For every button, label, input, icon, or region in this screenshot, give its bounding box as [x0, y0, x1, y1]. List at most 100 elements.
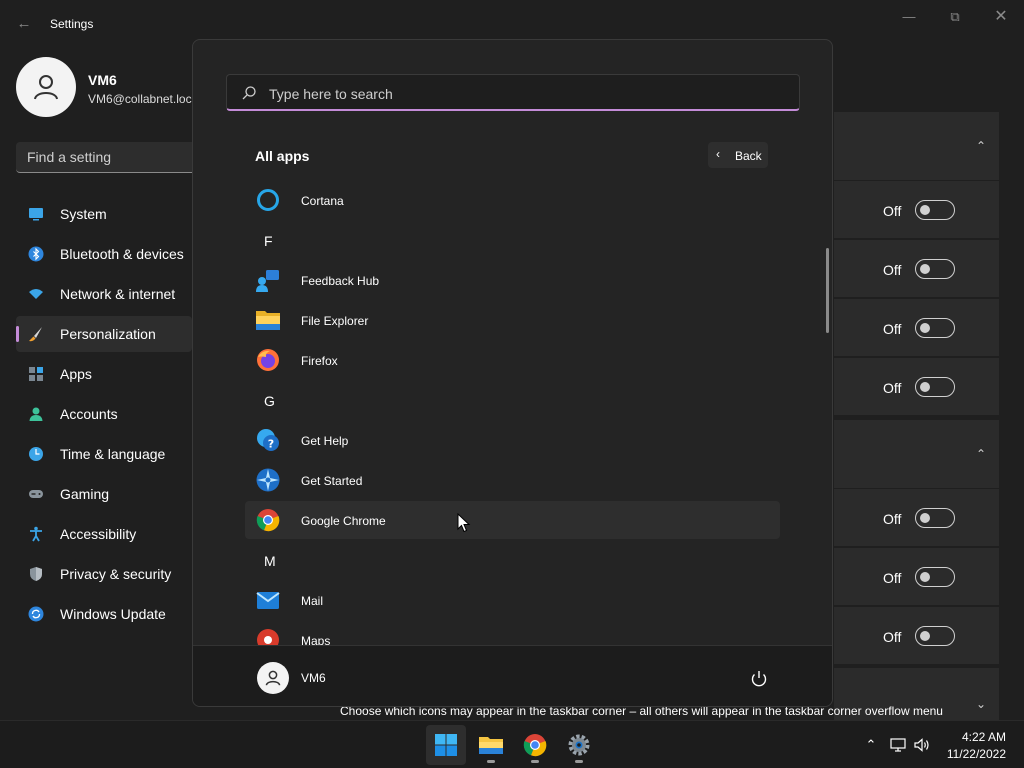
sidebar-item-windows-update[interactable]: Windows Update: [16, 596, 192, 632]
letter-header-f[interactable]: F: [245, 221, 285, 259]
app-name: Maps: [301, 634, 331, 645]
chevron-up-icon[interactable]: ⌃: [862, 736, 880, 754]
sidebar-item-label: Apps: [60, 366, 92, 382]
taskbar-file-explorer[interactable]: [471, 725, 511, 765]
chevron-up-icon[interactable]: ⌃: [974, 447, 988, 461]
sidebar-item-accessibility[interactable]: Accessibility: [16, 516, 192, 552]
footer-user-avatar[interactable]: [257, 662, 289, 694]
letter-header-m[interactable]: M: [245, 541, 285, 579]
setting-toggle-row: Off: [834, 358, 999, 415]
letter-header-g[interactable]: G: [245, 381, 285, 419]
app-name: Get Help: [301, 434, 349, 448]
back-button[interactable]: ‹ Back: [708, 142, 768, 168]
app-list[interactable]: Cortana F Feedback Hub File Explorer Firefox…: [193, 180, 832, 645]
active-indicator: [16, 326, 19, 342]
letter-header-label: M: [264, 553, 276, 569]
toggle-switch[interactable]: [915, 567, 955, 587]
toggle-knob: [920, 264, 930, 274]
setting-toggle-row: Off: [834, 607, 999, 664]
toggle-knob: [920, 631, 930, 641]
toggle-switch[interactable]: [915, 259, 955, 279]
setting-toggle-row: Off: [834, 299, 999, 356]
back-button-label: Back: [735, 149, 762, 163]
toggle-switch[interactable]: [915, 508, 955, 528]
app-item-feedback-hub[interactable]: Feedback Hub: [245, 261, 780, 299]
toggle-switch[interactable]: [915, 200, 955, 220]
app-item-get-started[interactable]: Get Started: [245, 461, 780, 499]
get-help-icon: ?: [256, 428, 280, 452]
toggle-knob: [920, 323, 930, 333]
user-email: VM6@collabnet.loc: [88, 92, 192, 106]
wifi-icon: [28, 286, 44, 302]
chevron-up-icon[interactable]: ⌃: [974, 139, 988, 153]
toggle-state-label: Off: [883, 203, 902, 219]
app-item-cortana[interactable]: Cortana: [245, 181, 780, 219]
minimize-button[interactable]: —: [886, 6, 932, 28]
sidebar-item-time-language[interactable]: Time & language: [16, 436, 192, 472]
app-item-file-explorer[interactable]: File Explorer: [245, 301, 780, 339]
start-footer: VM6: [193, 645, 832, 706]
clock-date[interactable]: 11/22/2022: [946, 747, 1006, 761]
folder-icon: [256, 308, 280, 332]
toggle-state-label: Off: [883, 262, 902, 278]
clock-time[interactable]: 4:22 AM: [952, 730, 1006, 744]
toggle-state-label: Off: [883, 570, 902, 586]
back-arrow-icon[interactable]: ←: [14, 14, 34, 34]
accessibility-icon: [28, 526, 44, 542]
footer-user-name[interactable]: VM6: [301, 671, 326, 685]
sidebar-item-bluetooth-devices[interactable]: Bluetooth & devices: [16, 236, 192, 272]
taskbar-chrome[interactable]: [515, 725, 555, 765]
sidebar-item-label: Accessibility: [60, 526, 137, 542]
sidebar-item-personalization[interactable]: Personalization: [16, 316, 192, 352]
chevron-down-icon[interactable]: ⌄: [974, 697, 988, 711]
app-item-google-chrome[interactable]: Google Chrome: [245, 501, 780, 539]
toggle-switch[interactable]: [915, 377, 955, 397]
sidebar-item-gaming[interactable]: Gaming: [16, 476, 192, 512]
mouse-cursor-icon: [457, 513, 471, 533]
taskbar: ⌃ 4:22 AM 11/22/2022: [0, 720, 1024, 768]
toggle-switch[interactable]: [915, 626, 955, 646]
app-item-get-help[interactable]: ? Get Help: [245, 421, 780, 459]
start-search-input[interactable]: Type here to search: [226, 74, 800, 111]
sidebar-item-apps[interactable]: Apps: [16, 356, 192, 392]
toggle-knob: [920, 572, 930, 582]
start-button[interactable]: [426, 725, 466, 765]
get-started-icon: [256, 468, 280, 492]
sidebar-item-label: Bluetooth & devices: [60, 246, 184, 262]
network-icon[interactable]: [889, 736, 907, 754]
chrome-icon: [523, 734, 547, 757]
toggle-state-label: Off: [883, 380, 902, 396]
find-setting-input[interactable]: Find a setting: [16, 142, 194, 173]
app-item-firefox[interactable]: Firefox: [245, 341, 780, 379]
maps-icon: [256, 628, 280, 645]
apps-icon: [28, 366, 44, 382]
firefox-icon: [256, 348, 280, 372]
app-name: Cortana: [301, 194, 344, 208]
toggle-switch[interactable]: [915, 318, 955, 338]
cortana-icon: [256, 188, 280, 212]
volume-icon[interactable]: [913, 736, 931, 754]
mail-icon: [256, 588, 280, 612]
taskbar-settings[interactable]: [559, 725, 599, 765]
sidebar-item-system[interactable]: System: [16, 196, 192, 232]
setting-toggle-row: Off: [834, 181, 999, 238]
power-icon[interactable]: [748, 668, 770, 690]
sidebar-item-accounts[interactable]: Accounts: [16, 396, 192, 432]
windows-start-icon: [435, 734, 457, 756]
gamepad-icon: [28, 486, 44, 502]
sidebar-item-label: Privacy & security: [60, 566, 172, 582]
shield-icon: [28, 566, 44, 582]
app-item-mail[interactable]: Mail: [245, 581, 780, 619]
sidebar-item-privacy-security[interactable]: Privacy & security: [16, 556, 192, 592]
restore-button[interactable]: ⧉: [932, 6, 978, 28]
search-placeholder: Type here to search: [269, 86, 393, 102]
person-icon: [28, 406, 44, 422]
sidebar-item-network-internet[interactable]: Network & internet: [16, 276, 192, 312]
user-avatar[interactable]: [16, 57, 76, 117]
clock-globe-icon: [28, 446, 44, 462]
scrollbar-thumb[interactable]: [826, 248, 829, 333]
app-item-maps[interactable]: Maps: [245, 621, 780, 645]
setting-toggle-row: Off: [834, 240, 999, 297]
person-icon: [265, 670, 281, 686]
close-button[interactable]: ✕: [978, 6, 1024, 28]
